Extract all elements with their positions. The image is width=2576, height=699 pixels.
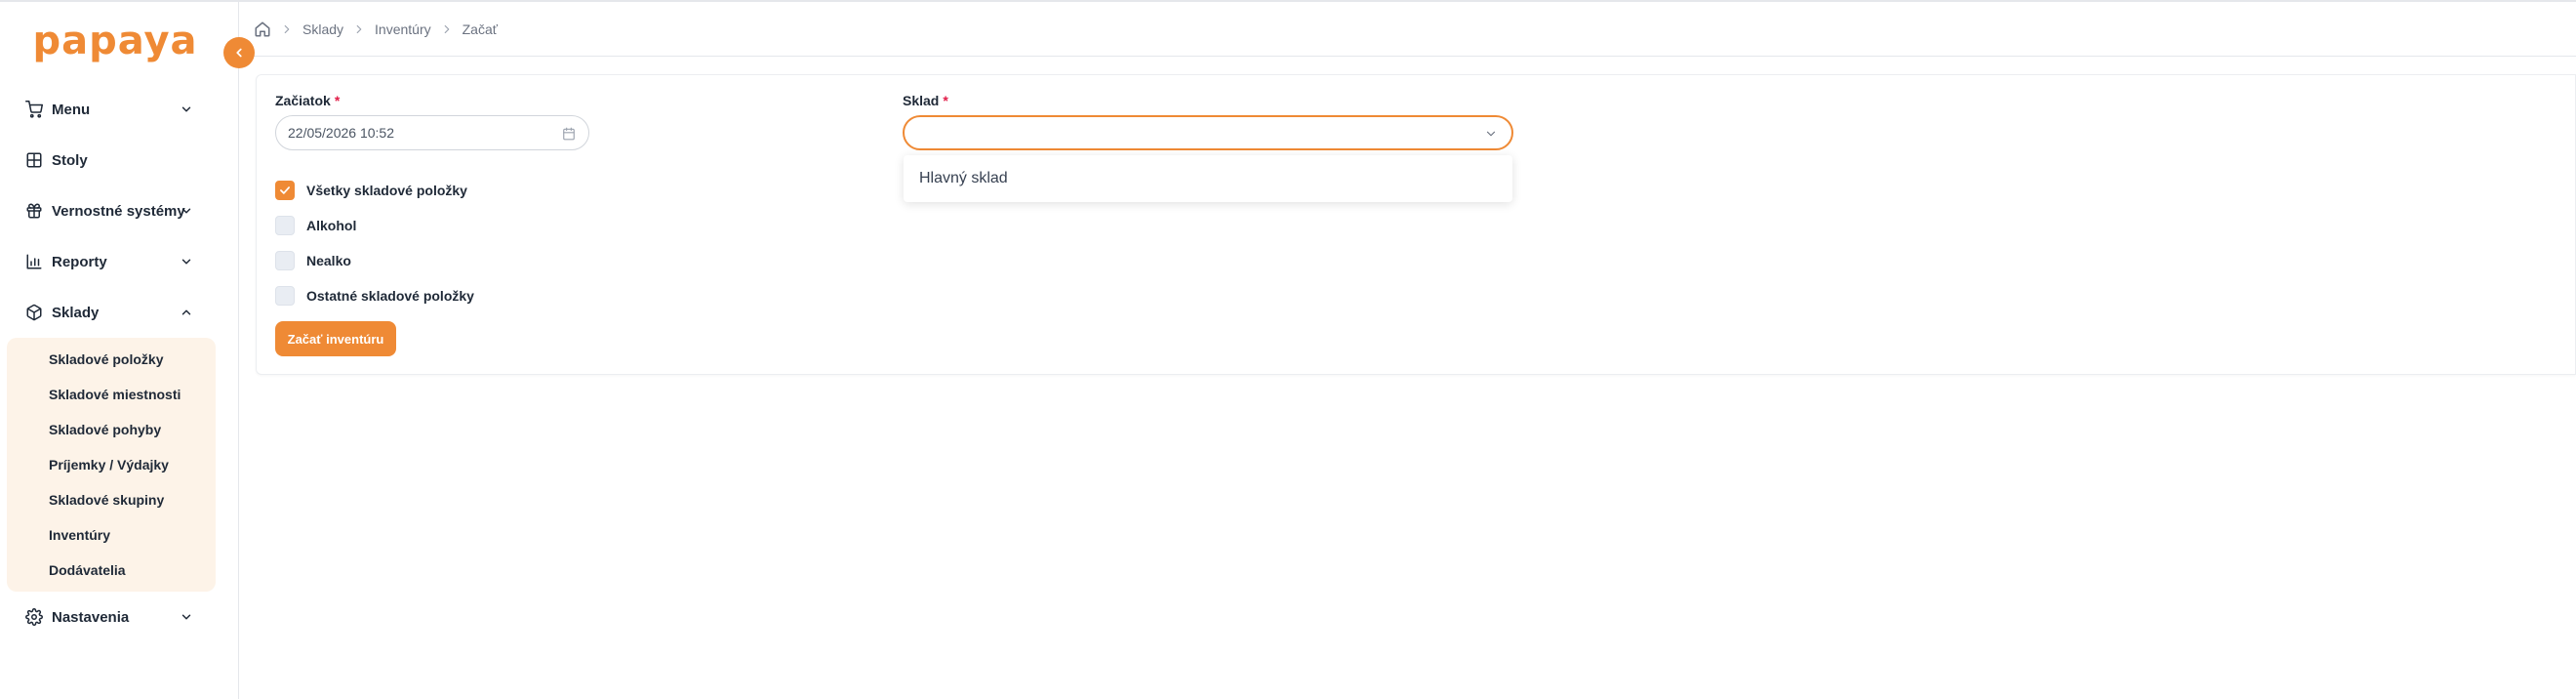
chevron-right-icon [280,22,294,36]
breadcrumb-inventury[interactable]: Inventúry [375,21,431,37]
submenu-item-skladove-skupiny[interactable]: Skladové skupiny [7,482,216,517]
chevron-down-icon [177,100,196,119]
checkbox-label: Alkohol [306,218,357,233]
start-inventory-button[interactable]: Začať inventúru [275,321,396,356]
checkbox-all-items[interactable]: Všetky skladové položky [275,179,467,202]
logo-text: papaya [32,19,198,63]
submenu-item-inventury[interactable]: Inventúry [7,517,216,553]
chevron-down-icon [177,201,196,221]
home-icon [254,21,271,38]
table-grid-icon [24,150,44,170]
start-datetime-input[interactable]: 22/05/2026 10:52 [275,115,589,150]
checkbox-label: Ostatné skladové položky [306,288,474,304]
submenu-item-dodavatelia[interactable]: Dodávatelia [7,553,216,588]
submenu-item-prijemky-vydajky[interactable]: Príjemky / Výdajky [7,447,216,482]
warehouse-select[interactable] [903,115,1513,150]
sidebar-item-nastavenia[interactable]: Nastavenia [0,592,239,642]
package-icon [24,303,44,322]
warehouse-label-text: Sklad [903,93,940,108]
gear-icon [24,607,44,627]
sidebar-item-vernostne-systemy[interactable]: Vernostné systémy [0,185,239,236]
start-label: Začiatok * [275,93,340,108]
sidebar-item-reporty[interactable]: Reporty [0,236,239,287]
submenu-item-skladove-polozky[interactable]: Skladové položky [7,342,216,377]
submenu-item-skladove-pohyby[interactable]: Skladové pohyby [7,412,216,447]
sidebar-item-label: Stoly [52,151,88,169]
sidebar-item-label: Sklady [52,304,100,321]
inventory-start-form: Začiatok * 22/05/2026 10:52 Sklad * Hlavný… [256,74,2576,375]
sklady-submenu: Skladové položky Skladové miestnosti Skl… [7,338,216,592]
sidebar-nav: Menu Stoly Vernostné systémy Reporty Skl… [0,84,239,642]
breadcrumb-current: Začať [462,21,498,37]
warehouse-option-hlavny-sklad[interactable]: Hlavný sklad [904,155,1512,202]
checkbox-label: Všetky skladové položky [306,183,467,198]
required-mark: * [334,93,341,108]
sidebar-item-stoly[interactable]: Stoly [0,135,239,185]
checkbox-alkohol[interactable]: Alkohol [275,214,356,237]
checkbox-label: Nealko [306,253,351,268]
start-label-text: Začiatok [275,93,331,108]
header: Sklady Inventúry Začať [240,2,2576,57]
sidebar-item-label: Reporty [52,253,107,270]
chevron-up-icon [177,303,196,322]
sidebar-item-label: Nastavenia [52,608,130,626]
chevron-down-icon [177,252,196,271]
chevron-right-icon [440,22,454,36]
start-datetime-value: 22/05/2026 10:52 [288,125,394,141]
chevron-down-icon [177,607,196,627]
breadcrumb: Sklady Inventúry Začať [254,21,498,38]
sidebar-item-sklady[interactable]: Sklady [0,287,239,338]
check-icon [278,184,292,197]
calendar-icon[interactable] [561,126,577,142]
sidebar: papaya Menu Stoly Vernostné systémy Repo… [0,2,239,699]
required-mark: * [943,93,948,108]
checkbox-other-items[interactable]: Ostatné skladové položky [275,284,474,308]
checkbox-unchecked[interactable] [275,286,295,306]
chevron-left-icon [232,46,246,60]
breadcrumb-sklady[interactable]: Sklady [302,21,343,37]
collapse-sidebar-button[interactable] [223,37,255,68]
sidebar-item-label: Menu [52,101,91,118]
checkbox-checked[interactable] [275,181,295,200]
submenu-item-skladove-miestnosti[interactable]: Skladové miestnosti [7,377,216,412]
sidebar-item-label: Vernostné systémy [52,202,185,220]
chevron-down-icon [1482,125,1500,143]
checkbox-unchecked[interactable] [275,216,295,235]
checkbox-nealko[interactable]: Nealko [275,249,351,272]
gift-icon [24,201,44,221]
logo[interactable]: papaya [32,12,196,70]
checkbox-unchecked[interactable] [275,251,295,270]
bar-chart-icon [24,252,44,271]
breadcrumb-home[interactable] [254,21,271,38]
chevron-right-icon [352,22,366,36]
warehouse-label: Sklad * [903,93,948,108]
cart-icon [24,100,44,119]
sidebar-item-menu[interactable]: Menu [0,84,239,135]
